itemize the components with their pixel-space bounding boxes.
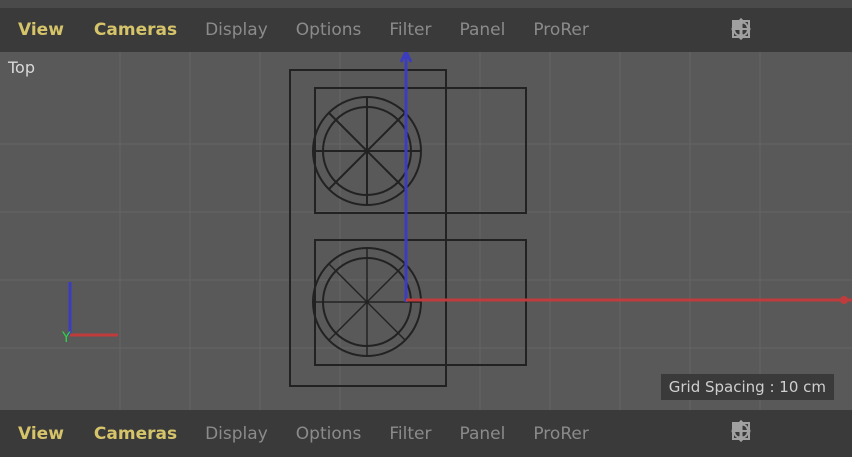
- top-viewport[interactable]: Y Top Grid Spacing : 10 cm: [0, 52, 852, 410]
- menu-view-bottom[interactable]: View: [18, 424, 64, 444]
- menu-options-bottom[interactable]: Options: [296, 424, 362, 444]
- rotate-icon[interactable]: [733, 420, 812, 442]
- viewport-nav-icons: [730, 18, 842, 40]
- rotate-icon[interactable]: [733, 18, 812, 40]
- zoom-icon[interactable]: [736, 420, 782, 442]
- menu-options[interactable]: Options: [296, 20, 362, 40]
- maximize-icon[interactable]: [732, 18, 842, 40]
- menu-cameras[interactable]: Cameras: [94, 20, 177, 40]
- menu-view[interactable]: View: [18, 20, 64, 40]
- maximize-icon[interactable]: [732, 420, 842, 442]
- top-menubar: View Cameras Display Options Filter Pane…: [0, 8, 852, 52]
- menu-filter-bottom[interactable]: Filter: [389, 424, 431, 444]
- grid-lines: [0, 52, 852, 410]
- axis-gizmo: Y: [61, 282, 118, 346]
- viewport-nav-icons-bottom: [730, 420, 842, 442]
- grid-spacing-label: Grid Spacing : 10 cm: [660, 374, 834, 400]
- menu-panel[interactable]: Panel: [459, 20, 505, 40]
- menu-cameras-bottom[interactable]: Cameras: [94, 424, 177, 444]
- zoom-icon[interactable]: [736, 18, 782, 40]
- menu-filter[interactable]: Filter: [389, 20, 431, 40]
- menu-prorender[interactable]: ProRer: [533, 20, 588, 40]
- menu-panel-bottom[interactable]: Panel: [459, 424, 505, 444]
- menu-display[interactable]: Display: [205, 20, 268, 40]
- svg-text:Y: Y: [61, 330, 71, 346]
- menu-prorender-bottom[interactable]: ProRer: [533, 424, 588, 444]
- menu-display-bottom[interactable]: Display: [205, 424, 268, 444]
- view-label: Top: [8, 58, 35, 77]
- bottom-menubar: View Cameras Display Options Filter Pane…: [0, 410, 852, 457]
- viewport-canvas: Y: [0, 52, 852, 410]
